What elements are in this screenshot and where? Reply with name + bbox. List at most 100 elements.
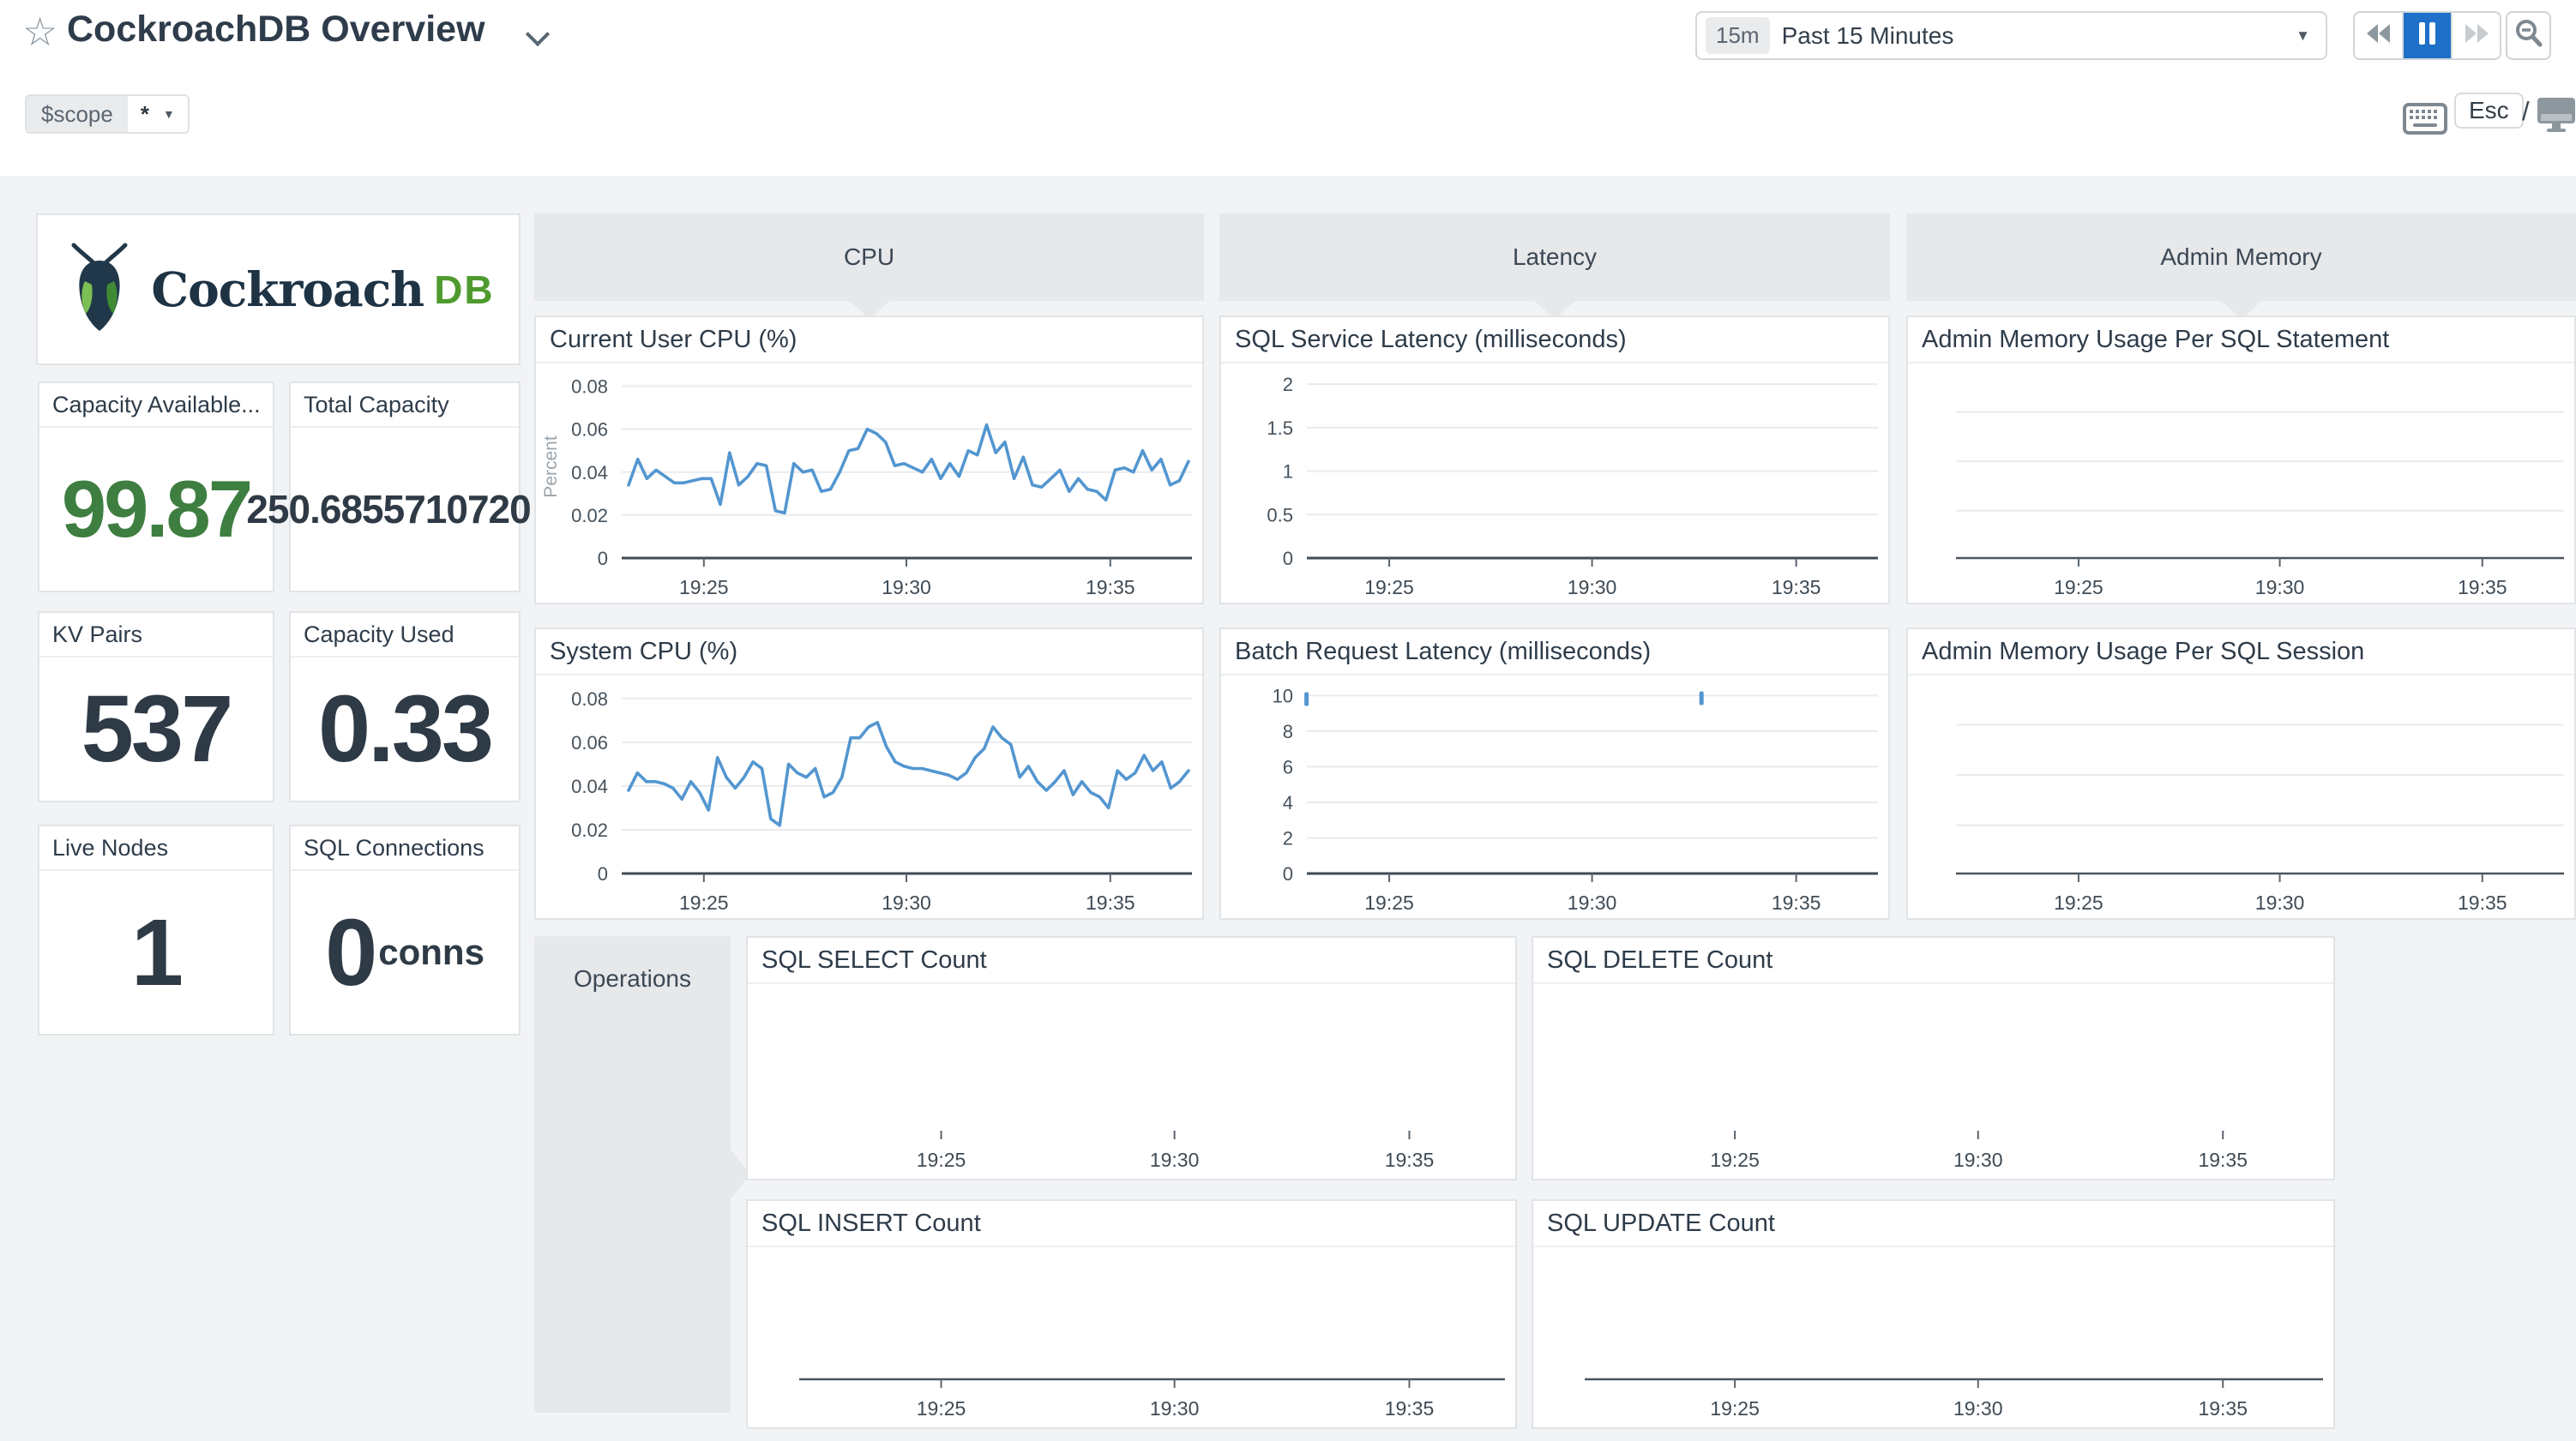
fast-forward-button[interactable] [2453, 13, 2500, 58]
rewind-button[interactable] [2355, 13, 2404, 58]
svg-text:19:30: 19:30 [1568, 576, 1617, 598]
esc-key-badge: Esc [2454, 93, 2524, 129]
stat-value: 0.33 [318, 675, 491, 784]
stat-label: Capacity Available... [39, 383, 273, 428]
stat-value: 0 [325, 898, 375, 1007]
svg-text:19:35: 19:35 [2458, 892, 2507, 914]
fast-forward-icon [2461, 21, 2492, 51]
template-variable-scope[interactable]: $scope * ▼ [25, 94, 190, 134]
chart-card-sql-select-count: SQL SELECT Count 19:2519:3019:35 [746, 936, 1517, 1180]
chart-plot-sql-delete-count[interactable]: 19:2519:3019:35 [1533, 984, 2333, 1179]
playback-controls [2353, 11, 2501, 60]
svg-text:0.06: 0.06 [571, 732, 608, 754]
chart-plot-sql-update-count[interactable]: 19:2519:3019:35 [1533, 1247, 2333, 1427]
stat-value: 1 [131, 898, 181, 1007]
chart-card-sql-service-latency: SQL Service Latency (milliseconds) 00.51… [1219, 315, 1890, 604]
svg-text:8: 8 [1283, 721, 1293, 742]
stat-value: 250.6855710720 [246, 486, 530, 532]
svg-text:0.06: 0.06 [571, 419, 608, 441]
chart-title: SQL UPDATE Count [1533, 1201, 2333, 1247]
chart-title: System CPU (%) [536, 629, 1202, 675]
svg-text:19:35: 19:35 [1086, 576, 1135, 598]
svg-text:2: 2 [1283, 374, 1293, 395]
logo-wordmark: Cockroach [151, 261, 424, 317]
svg-text:2: 2 [1283, 827, 1293, 849]
keyboard-icon[interactable] [2402, 102, 2448, 141]
stat-card-live-nodes: Live Nodes 1 [38, 825, 274, 1036]
chart-card-current-user-cpu: Current User CPU (%) 0 0.02 0.04 0.06 0.08 19… [534, 315, 1204, 604]
stat-unit: conns [378, 932, 485, 973]
star-icon[interactable]: ☆ [22, 12, 57, 51]
stat-label: Capacity Used [291, 613, 519, 657]
chart-plot-sql-insert-count[interactable]: 19:2519:3019:35 [748, 1247, 1515, 1427]
group-label: Operations [534, 936, 731, 993]
svg-text:0.08: 0.08 [571, 688, 608, 710]
chart-plot-admin-memory-session[interactable]: 19:2519:3019:35 [1908, 675, 2574, 918]
chart-title: SQL INSERT Count [748, 1201, 1515, 1247]
cockroach-bug-icon [62, 240, 137, 339]
group-header-admin-memory[interactable]: Admin Memory [1906, 213, 2576, 301]
svg-text:19:35: 19:35 [2198, 1397, 2248, 1420]
svg-text:0.04: 0.04 [571, 462, 608, 483]
svg-text:0.02: 0.02 [571, 505, 608, 526]
cockroach-logo-card: Cockroach DB [36, 213, 521, 365]
svg-text:0.04: 0.04 [571, 776, 608, 797]
chart-card-admin-memory-session: Admin Memory Usage Per SQL Session 19:25… [1906, 627, 2576, 920]
chart-plot-batch-request-latency[interactable]: 024681019:2519:3019:35 [1221, 675, 1888, 918]
svg-text:1: 1 [1283, 461, 1293, 483]
pause-button[interactable] [2404, 13, 2453, 58]
logo-db-suffix: DB [434, 267, 494, 313]
dropdown-caret-icon: ▼ [163, 107, 175, 121]
chart-plot-admin-memory-statement[interactable]: 19:2519:3019:35 [1908, 363, 2574, 603]
svg-text:0.08: 0.08 [571, 376, 608, 398]
svg-text:19:25: 19:25 [917, 1149, 966, 1171]
svg-text:19:35: 19:35 [1086, 892, 1135, 914]
stat-card-capacity-available: Capacity Available... 99.87 [38, 381, 274, 592]
chart-title: Batch Request Latency (milliseconds) [1221, 629, 1888, 675]
stat-card-sql-connections: SQL Connections 0conns [289, 825, 521, 1036]
chart-plot-sql-select-count[interactable]: 19:2519:3019:35 [748, 984, 1515, 1179]
svg-text:1.5: 1.5 [1267, 417, 1293, 439]
chart-plot-sql-service-latency[interactable]: 00.511.5219:2519:3019:35 [1221, 363, 1888, 603]
svg-text:19:35: 19:35 [1385, 1397, 1435, 1420]
stat-label: Total Capacity [291, 383, 519, 428]
svg-text:19:25: 19:25 [1710, 1149, 1760, 1171]
monitor-icon[interactable] [2536, 96, 2576, 138]
chart-card-system-cpu: System CPU (%) 00.020.040.060.0819:2519:… [534, 627, 1204, 920]
svg-text:Percent: Percent [541, 435, 561, 498]
stat-card-total-capacity: Total Capacity 250.6855710720 GB [289, 381, 521, 592]
chevron-down-icon[interactable] [526, 22, 550, 46]
group-label: CPU [844, 243, 894, 271]
group-header-cpu[interactable]: CPU [534, 213, 1204, 301]
stat-card-kv-pairs: KV Pairs 537 [38, 611, 274, 802]
svg-text:19:25: 19:25 [2054, 576, 2104, 598]
svg-text:19:25: 19:25 [679, 892, 729, 914]
group-header-operations[interactable]: Operations [534, 936, 731, 1413]
svg-text:19:30: 19:30 [1150, 1397, 1200, 1420]
chart-title: Current User CPU (%) [536, 317, 1202, 363]
pause-icon [2417, 21, 2438, 51]
group-label: Admin Memory [2160, 243, 2321, 271]
time-range-badge: 15m [1706, 17, 1770, 54]
zoom-out-button[interactable] [2506, 11, 2551, 60]
page-title[interactable]: CockroachDB Overview [67, 9, 485, 51]
svg-text:0: 0 [1283, 863, 1293, 885]
time-range-selector[interactable]: 15m Past 15 Minutes ▼ [1695, 11, 2327, 60]
svg-text:19:30: 19:30 [1953, 1397, 2003, 1420]
svg-text:19:30: 19:30 [1953, 1149, 2003, 1171]
svg-text:19:25: 19:25 [1364, 892, 1414, 914]
chart-plot-system-cpu[interactable]: 00.020.040.060.0819:2519:3019:35 [536, 675, 1202, 918]
stat-label: KV Pairs [39, 613, 273, 657]
chart-plot-current-user-cpu[interactable]: 00.020.040.060.0819:2519:3019:35Percent [536, 363, 1202, 603]
group-header-latency[interactable]: Latency [1219, 213, 1890, 301]
chart-card-sql-update-count: SQL UPDATE Count 19:2519:3019:35 [1532, 1199, 2335, 1429]
stat-label: Live Nodes [39, 826, 273, 871]
chart-card-sql-insert-count: SQL INSERT Count 19:2519:3019:35 [746, 1199, 1517, 1429]
chart-card-admin-memory-statement: Admin Memory Usage Per SQL Statement 19:… [1906, 315, 2576, 604]
svg-text:19:30: 19:30 [882, 892, 931, 914]
svg-text:19:25: 19:25 [1364, 576, 1414, 598]
stat-card-capacity-used: Capacity Used 0.33 [289, 611, 521, 802]
svg-text:19:35: 19:35 [1385, 1149, 1435, 1171]
time-range-label: Past 15 Minutes [1782, 22, 2296, 50]
svg-text:0: 0 [598, 548, 608, 569]
